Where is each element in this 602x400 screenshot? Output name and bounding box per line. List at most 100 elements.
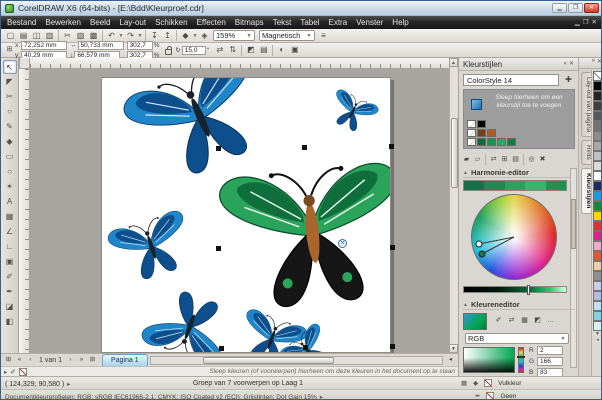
vertical-scrollbar[interactable]: ▲ ▼ <box>449 58 458 353</box>
menu-extra[interactable]: Extra <box>328 18 347 27</box>
brightness-slider-thumb[interactable] <box>527 285 530 295</box>
color-viewers-icon[interactable]: ◩ <box>532 315 543 327</box>
menu-tabel[interactable]: Tabel <box>300 18 319 27</box>
butterfly-blue-large[interactable] <box>120 78 283 190</box>
palette-swatch[interactable] <box>593 121 602 131</box>
zoom-tool[interactable]: ○ <box>3 105 17 119</box>
palette-expand-icon[interactable]: ◂ <box>596 337 599 343</box>
color-style-drop-area[interactable]: Sleep hierheen om een kleurstijl toe te … <box>463 89 575 149</box>
wrap-paragraph-text-icon[interactable]: ▤ <box>257 44 270 56</box>
harmony-color-segment[interactable] <box>505 181 525 190</box>
palette-swatch[interactable] <box>593 131 602 141</box>
style-options-icon[interactable]: ◎ <box>526 154 537 166</box>
profiles-flyout-icon[interactable]: ▸ <box>320 393 323 400</box>
selection-handle[interactable] <box>216 246 221 251</box>
palette-swatch[interactable] <box>593 241 602 251</box>
harmony-color-segment[interactable] <box>484 181 504 190</box>
palette-swatch[interactable] <box>593 211 602 221</box>
next-page-icon[interactable]: › <box>65 355 76 366</box>
table-tool[interactable]: ▦ <box>3 210 17 224</box>
docker-collapse-icon[interactable]: « <box>564 59 567 70</box>
title-bar[interactable]: CorelDRAW X6 (64-bits) - [E:\Bdd\Kleurpr… <box>1 1 602 16</box>
harmony-color-segment[interactable] <box>546 181 566 190</box>
object-properties-icon[interactable]: ▣ <box>288 44 301 56</box>
color-style-swatch[interactable] <box>477 129 486 137</box>
outline-pen-tool[interactable]: ✒ <box>3 285 17 299</box>
palette-swatch[interactable] <box>593 181 602 191</box>
palette-swatch[interactable] <box>593 281 602 291</box>
docker-close-icon[interactable]: ✕ <box>569 59 574 70</box>
color-style-swatch[interactable] <box>477 138 486 146</box>
docker-scrollbar[interactable] <box>570 168 577 368</box>
selection-handle[interactable] <box>390 344 395 349</box>
page-tab[interactable]: Pagina 1 <box>102 354 148 366</box>
eyedropper-icon[interactable]: ✐ <box>493 315 504 327</box>
palette-swatch[interactable] <box>593 201 602 211</box>
harmony-color-segment[interactable] <box>464 181 484 190</box>
crop-tool[interactable]: ✂ <box>3 90 17 104</box>
quick-customize-icon[interactable]: ◐ <box>275 44 288 56</box>
object-width-field[interactable]: 50,733 mm <box>78 41 124 50</box>
menu-bestand[interactable]: Bestand <box>7 18 36 27</box>
freehand-tool[interactable]: ✎ <box>3 120 17 134</box>
vertical-scroll-thumb[interactable] <box>451 118 458 188</box>
scale-h-field[interactable]: 302,7 <box>127 41 153 50</box>
mirror-horizontal-icon[interactable]: ⇄ <box>213 44 226 56</box>
connector-tool[interactable]: ∟ <box>3 240 17 254</box>
color-style-swatch[interactable] <box>497 138 506 146</box>
palette-swatch[interactable] <box>593 291 602 301</box>
horizontal-scroll-thumb[interactable] <box>203 357 334 364</box>
dimension-tool[interactable]: ∠ <box>3 225 17 239</box>
style-folder-icon[interactable] <box>467 120 476 128</box>
scroll-up-icon[interactable]: ▲ <box>449 58 458 67</box>
drop-shadow-tool[interactable]: ▣ <box>3 255 17 269</box>
fill-color-swatch[interactable] <box>484 379 492 387</box>
selection-handle[interactable] <box>390 245 395 250</box>
palette-swatch[interactable] <box>593 151 602 161</box>
butterfly-blue-bottom-left[interactable] <box>140 283 241 353</box>
palette-swatch[interactable] <box>593 91 602 101</box>
menu-effecten[interactable]: Effecten <box>197 18 226 27</box>
no-color-swatch[interactable] <box>19 368 27 376</box>
menu-bewerken[interactable]: Bewerken <box>45 18 81 27</box>
hue-bar[interactable] <box>518 347 524 373</box>
swap-color-icon[interactable]: ⇄ <box>506 315 517 327</box>
palette-swatch[interactable] <box>593 171 602 181</box>
scroll-down-icon[interactable]: ▼ <box>449 344 458 353</box>
selection-handle[interactable] <box>216 146 221 151</box>
add-page-icon[interactable]: ⊞ <box>87 355 98 366</box>
palette-grid-icon[interactable]: ▦ <box>461 379 467 387</box>
saturation-value-picker[interactable] <box>463 347 515 373</box>
palette-swatch[interactable] <box>593 261 602 271</box>
palette-swatch[interactable] <box>593 251 602 261</box>
rectangle-tool[interactable]: ▭ <box>3 150 17 164</box>
maximize-button[interactable]: ❐ <box>568 3 583 13</box>
r-value-field[interactable]: 2 <box>537 346 563 355</box>
color-style-swatch[interactable] <box>507 138 516 146</box>
convert-icon[interactable]: ⇄ <box>488 154 499 166</box>
welcome-screen-icon[interactable]: ◈ <box>198 30 211 42</box>
color-editor-header[interactable]: ▲ Kleureneditor <box>463 300 575 310</box>
wheel-selectors[interactable] <box>471 194 557 280</box>
style-folder-icon[interactable] <box>467 138 476 146</box>
selection-handle[interactable] <box>303 345 308 350</box>
close-button[interactable]: ✕ <box>584 3 599 13</box>
style-folder-icon[interactable] <box>467 129 476 137</box>
outline-color-swatch[interactable] <box>486 392 494 400</box>
mdi-minimize-button[interactable]: ▁ <box>575 17 580 28</box>
color-style-swatch[interactable] <box>477 120 486 128</box>
palette-swatch[interactable] <box>593 141 602 151</box>
palette-swatch[interactable] <box>593 301 602 311</box>
menu-help[interactable]: Help <box>392 18 408 27</box>
polygon-tool[interactable]: ✶ <box>3 180 17 194</box>
chevron-down-icon[interactable]: ▼ <box>137 33 143 39</box>
ellipse-tool[interactable]: ○ <box>3 165 17 179</box>
treat-as-filled-icon[interactable]: ◩ <box>244 44 257 56</box>
pick-tool[interactable]: ↖ <box>3 60 17 74</box>
selection-handle[interactable] <box>302 145 307 150</box>
harmony-color-bar[interactable] <box>463 180 567 191</box>
previous-page-icon[interactable]: ‹ <box>25 355 36 366</box>
export-icon[interactable]: ↥ <box>161 30 174 42</box>
palette-swatch[interactable] <box>593 321 602 331</box>
delete-style-icon[interactable]: ✖ <box>537 154 548 166</box>
